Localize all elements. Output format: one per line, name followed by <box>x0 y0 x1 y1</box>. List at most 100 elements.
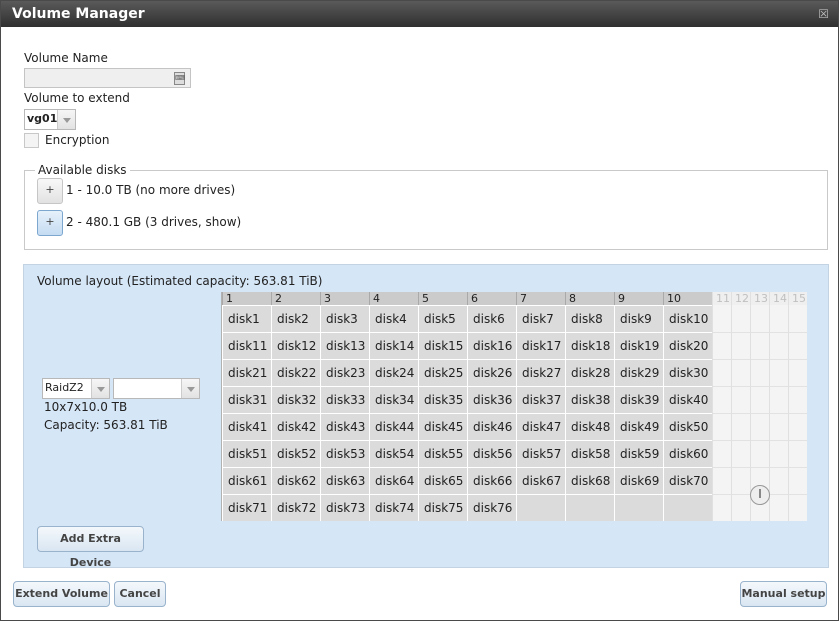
disk-cell[interactable]: disk55 <box>418 440 467 467</box>
disk-cell[interactable]: disk40 <box>663 386 712 413</box>
disk-cell[interactable]: disk24 <box>369 359 418 386</box>
disk-cell[interactable]: disk10 <box>663 305 712 332</box>
disk-cell[interactable]: disk64 <box>369 467 418 494</box>
disk-cell[interactable]: disk71 <box>222 494 271 521</box>
disk-cell[interactable]: disk70 <box>663 467 712 494</box>
disk-cell[interactable]: disk27 <box>516 359 565 386</box>
disk-cell[interactable]: disk35 <box>418 386 467 413</box>
disk-cell[interactable]: disk61 <box>222 467 271 494</box>
disk-cell[interactable]: disk37 <box>516 386 565 413</box>
disk-cell[interactable]: disk32 <box>271 386 320 413</box>
disk-cell[interactable]: disk2 <box>271 305 320 332</box>
disk-cell[interactable]: disk59 <box>614 440 663 467</box>
volume-name-input[interactable]: ⌨ <box>24 68 191 88</box>
keyboard-icon[interactable]: ⌨ <box>174 72 185 85</box>
disk-cell[interactable]: disk57 <box>516 440 565 467</box>
disk-cell[interactable]: disk66 <box>467 467 516 494</box>
extend-volume-button[interactable]: Extend Volume <box>13 581 110 607</box>
disk-cell[interactable]: disk50 <box>663 413 712 440</box>
disk-cell[interactable]: disk38 <box>565 386 614 413</box>
manual-setup-button[interactable]: Manual setup <box>740 581 827 607</box>
disk-cell[interactable]: disk46 <box>467 413 516 440</box>
add-disk-group-1-button[interactable]: + <box>37 178 63 204</box>
disk-cell[interactable]: disk33 <box>320 386 369 413</box>
disk-group-2-label[interactable]: 2 - 480.1 GB (3 drives, show) <box>66 215 241 229</box>
disk-cell[interactable]: disk30 <box>663 359 712 386</box>
disk-cell[interactable]: disk22 <box>271 359 320 386</box>
disk-cell[interactable]: disk7 <box>516 305 565 332</box>
disk-cell[interactable]: disk20 <box>663 332 712 359</box>
disk-cell[interactable] <box>516 494 565 521</box>
disk-cell[interactable]: disk58 <box>565 440 614 467</box>
close-icon[interactable]: ☒ <box>818 1 829 27</box>
disk-cell[interactable]: disk5 <box>418 305 467 332</box>
disk-cell[interactable]: disk6 <box>467 305 516 332</box>
disk-cell[interactable]: disk29 <box>614 359 663 386</box>
volume-to-extend-select[interactable]: vg01 <box>24 109 76 130</box>
disk-cell[interactable]: disk21 <box>222 359 271 386</box>
disk-cell[interactable]: disk48 <box>565 413 614 440</box>
disk-cell[interactable]: disk60 <box>663 440 712 467</box>
disk-cell[interactable]: disk67 <box>516 467 565 494</box>
disk-cell[interactable]: disk72 <box>271 494 320 521</box>
disk-cell[interactable]: disk74 <box>369 494 418 521</box>
disk-cell[interactable]: disk13 <box>320 332 369 359</box>
disk-cell[interactable]: disk45 <box>418 413 467 440</box>
disk-cell[interactable]: disk69 <box>614 467 663 494</box>
disk-cell[interactable]: disk19 <box>614 332 663 359</box>
disk-cell[interactable]: disk51 <box>222 440 271 467</box>
disk-cell[interactable]: disk47 <box>516 413 565 440</box>
disk-cell[interactable]: disk17 <box>516 332 565 359</box>
disk-cell[interactable]: disk23 <box>320 359 369 386</box>
disk-cell[interactable]: disk34 <box>369 386 418 413</box>
cancel-button[interactable]: Cancel <box>114 581 166 607</box>
disk-cell[interactable]: disk41 <box>222 413 271 440</box>
disk-cell[interactable]: disk14 <box>369 332 418 359</box>
disk-cell[interactable]: disk73 <box>320 494 369 521</box>
disk-cell[interactable]: disk68 <box>565 467 614 494</box>
disk-cell[interactable]: disk42 <box>271 413 320 440</box>
disk-cell[interactable]: disk9 <box>614 305 663 332</box>
disk-cell[interactable] <box>663 494 712 521</box>
disk-cell[interactable]: disk56 <box>467 440 516 467</box>
chevron-down-icon[interactable] <box>181 379 199 398</box>
disk-cell[interactable]: disk28 <box>565 359 614 386</box>
disk-cell[interactable]: disk4 <box>369 305 418 332</box>
disk-cell[interactable]: disk18 <box>565 332 614 359</box>
disk-cell[interactable]: disk76 <box>467 494 516 521</box>
raid-type-select[interactable]: RaidZ2 <box>42 378 110 399</box>
disk-cell[interactable]: disk8 <box>565 305 614 332</box>
chevron-down-icon[interactable] <box>57 110 75 129</box>
disk-cell[interactable]: disk12 <box>271 332 320 359</box>
disk-cell[interactable]: disk3 <box>320 305 369 332</box>
disk-cell[interactable]: disk54 <box>369 440 418 467</box>
disk-cell[interactable]: disk39 <box>614 386 663 413</box>
disk-cell[interactable]: disk26 <box>467 359 516 386</box>
disk-cell[interactable]: disk25 <box>418 359 467 386</box>
disk-cell[interactable]: disk62 <box>271 467 320 494</box>
disk-cell[interactable]: disk65 <box>418 467 467 494</box>
disk-cell[interactable]: disk49 <box>614 413 663 440</box>
disk-cell[interactable]: disk36 <box>467 386 516 413</box>
add-disk-group-2-button[interactable]: + <box>37 210 63 236</box>
disk-cell[interactable]: disk43 <box>320 413 369 440</box>
encryption-checkbox[interactable] <box>24 133 39 148</box>
disk-cell[interactable] <box>565 494 614 521</box>
disk-cell[interactable]: disk63 <box>320 467 369 494</box>
disk-cell[interactable]: disk1 <box>222 305 271 332</box>
disk-cell[interactable]: disk52 <box>271 440 320 467</box>
secondary-select[interactable] <box>113 378 200 399</box>
resize-handle-icon[interactable] <box>750 485 770 505</box>
chevron-down-icon[interactable] <box>91 379 109 398</box>
disk-cell[interactable]: disk75 <box>418 494 467 521</box>
disk-cell[interactable]: disk16 <box>467 332 516 359</box>
disk-cell[interactable]: disk11 <box>222 332 271 359</box>
add-extra-device-button[interactable]: Add Extra Device <box>37 526 144 569</box>
disk-grid[interactable]: 1 disk1 disk11 disk21 disk31 disk41 disk51 disk… <box>221 292 814 521</box>
disk-cell[interactable]: disk53 <box>320 440 369 467</box>
disk-cell[interactable]: disk44 <box>369 413 418 440</box>
disk-cell[interactable]: disk15 <box>418 332 467 359</box>
column-header: 6 <box>467 292 516 305</box>
disk-cell[interactable]: disk31 <box>222 386 271 413</box>
disk-cell[interactable] <box>614 494 663 521</box>
